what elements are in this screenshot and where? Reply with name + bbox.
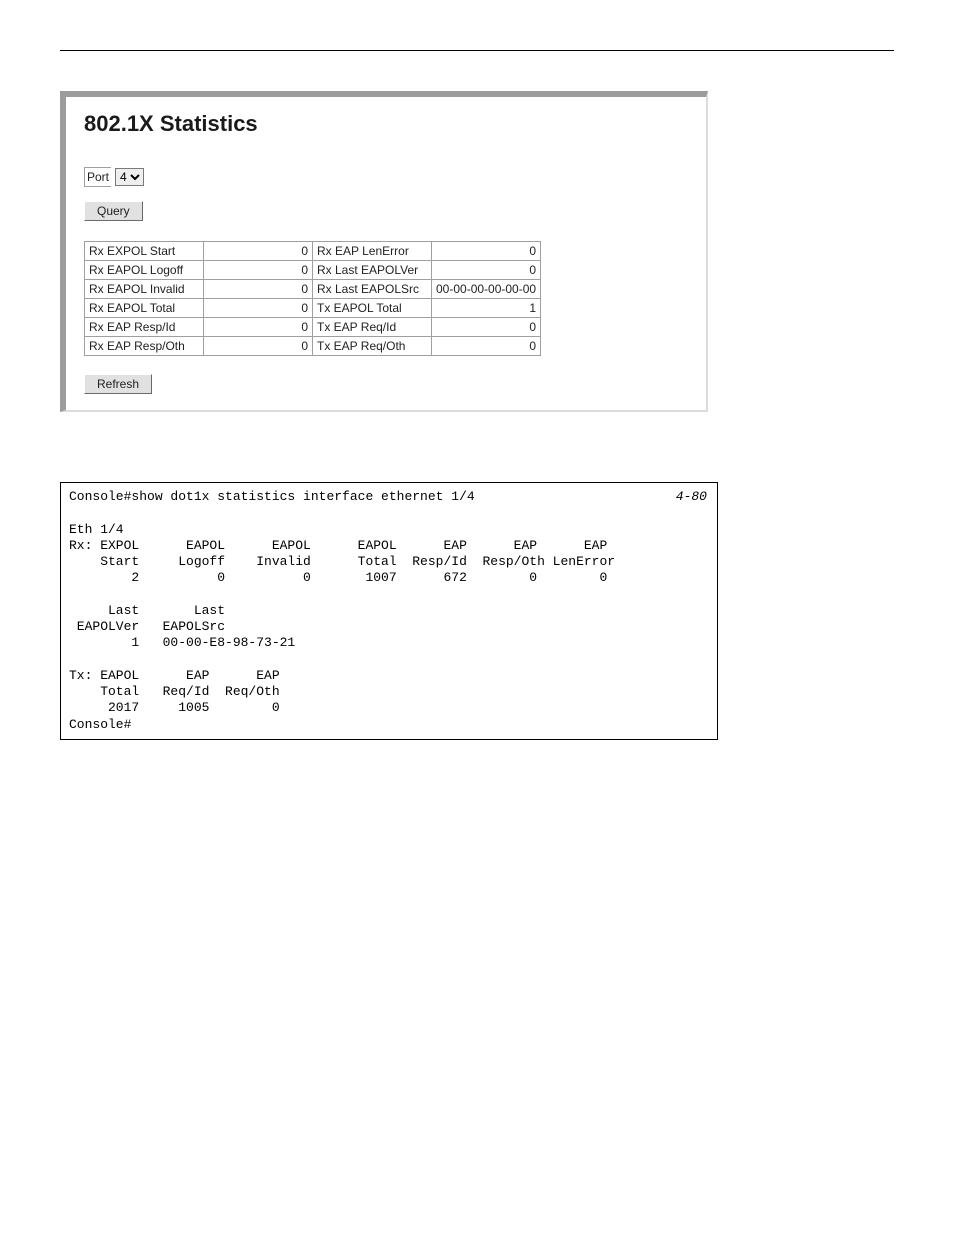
stat-value: 0 [204,280,313,299]
stat-value: 0 [432,318,541,337]
refresh-button[interactable]: Refresh [84,374,152,394]
stat-value: 0 [204,299,313,318]
query-button[interactable]: Query [84,201,143,221]
stat-label: Rx EAPOL Invalid [85,280,204,299]
stat-value: 0 [204,318,313,337]
port-label: Port [84,167,111,187]
cli-ref: 4-80 [676,489,707,505]
stat-label: Tx EAPOL Total [313,299,432,318]
stat-label: Rx EAP LenError [313,242,432,261]
stat-value: 0 [204,242,313,261]
stat-value: 0 [432,337,541,356]
table-row: Rx EAPOL Invalid 0 Rx Last EAPOLSrc 00-0… [85,280,541,299]
port-select[interactable]: 4 [115,168,144,186]
stat-label: Rx EAPOL Logoff [85,261,204,280]
stat-value: 0 [432,242,541,261]
stat-value: 0 [204,337,313,356]
cli-output: 4-80 Console#show dot1x statistics interf… [60,482,718,740]
stat-label: Tx EAP Req/Oth [313,337,432,356]
table-row: Rx EAP Resp/Oth 0 Tx EAP Req/Oth 0 [85,337,541,356]
stat-label: Rx EAP Resp/Id [85,318,204,337]
stat-value: 0 [432,261,541,280]
stat-label: Rx Last EAPOLVer [313,261,432,280]
statistics-table: Rx EXPOL Start 0 Rx EAP LenError 0 Rx EA… [84,241,541,356]
statistics-panel: 802.1X Statistics Port 4 Query Rx EXPOL … [60,91,708,412]
table-row: Rx EAP Resp/Id 0 Tx EAP Req/Id 0 [85,318,541,337]
stat-value: 0 [204,261,313,280]
stat-value: 00-00-00-00-00-00 [432,280,541,299]
page-title: 802.1X Statistics [84,111,688,137]
stat-label: Rx EAPOL Total [85,299,204,318]
stat-label: Tx EAP Req/Id [313,318,432,337]
table-row: Rx EXPOL Start 0 Rx EAP LenError 0 [85,242,541,261]
stat-value: 1 [432,299,541,318]
stat-label: Rx EXPOL Start [85,242,204,261]
table-row: Rx EAPOL Total 0 Tx EAPOL Total 1 [85,299,541,318]
top-rule [60,50,894,51]
cli-text: Console#show dot1x statistics interface … [69,489,615,732]
port-row: Port 4 [84,167,688,187]
table-row: Rx EAPOL Logoff 0 Rx Last EAPOLVer 0 [85,261,541,280]
stat-label: Rx Last EAPOLSrc [313,280,432,299]
stat-label: Rx EAP Resp/Oth [85,337,204,356]
